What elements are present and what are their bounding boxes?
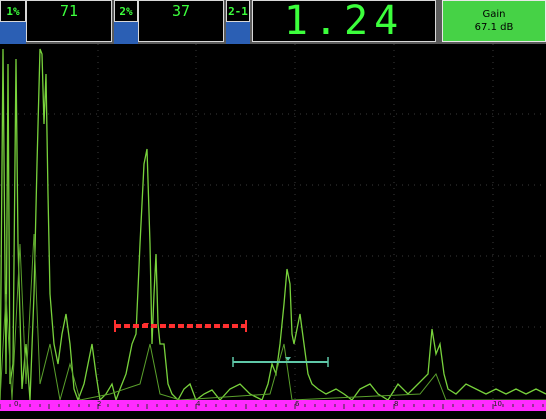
reading-1-value: 71 <box>59 2 79 20</box>
readings-bar: 1% 71 2% 37 2-1 1.24 Gain 67.1 dB <box>0 0 546 44</box>
gate-b[interactable] <box>232 357 329 367</box>
ruler-tick-0: 0 <box>14 400 19 408</box>
gain-button[interactable]: Gain 67.1 dB <box>442 0 546 42</box>
ruler-tick-2: 2 <box>97 400 102 408</box>
reading-3-value[interactable]: 1.24 <box>252 0 436 44</box>
reading-2-value: 37 <box>171 2 191 20</box>
ruler-tick-10: 10 <box>493 400 502 408</box>
waveform-trace <box>0 48 546 400</box>
grid <box>0 44 546 400</box>
depth-ruler <box>0 400 546 411</box>
waveform-trace-secondary <box>0 233 546 400</box>
ruler-tick-6: 6 <box>295 400 300 408</box>
reading-1-label: 1% <box>0 0 26 22</box>
reading-1-color-chip <box>0 22 26 44</box>
ascan-display[interactable] <box>0 44 546 400</box>
reading-2-color-chip <box>114 22 138 44</box>
ruler-tick-4: 4 <box>196 400 201 408</box>
gate-a[interactable] <box>114 320 247 332</box>
reading-3-label: 2-1 <box>226 0 250 22</box>
gain-title: Gain <box>482 9 506 20</box>
ruler-tick-8: 8 <box>394 400 399 408</box>
reading-2-label: 2% <box>114 0 138 22</box>
gain-value: 67.1 dB <box>474 22 514 33</box>
reading-3-color-chip <box>226 22 250 44</box>
